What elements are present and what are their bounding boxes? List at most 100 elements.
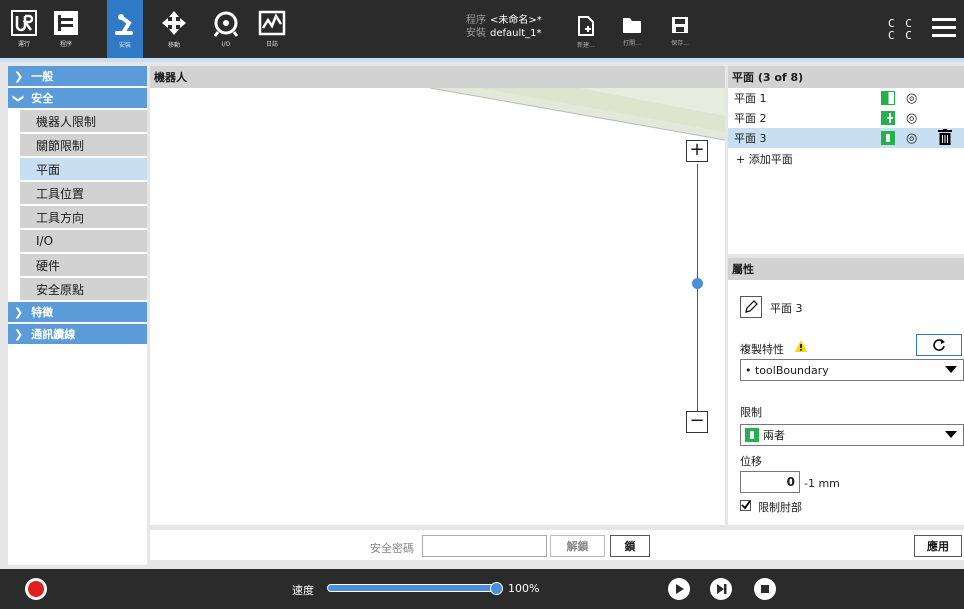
chevron-right-icon: ❯	[14, 305, 24, 319]
program-install-info: 程序 <未命名>* 安裝 default_1*	[466, 14, 542, 40]
apply-button[interactable]: 應用	[914, 535, 962, 557]
plane-name: 平面 3	[734, 132, 767, 145]
save-button[interactable]: 保存...	[660, 4, 700, 56]
chevron-right-icon: ❯	[14, 69, 24, 83]
checkmark-icon	[741, 500, 751, 510]
robot-view-title: 機器人	[150, 66, 725, 88]
sidebar-item-joint-limits[interactable]: 關節限制	[20, 134, 147, 156]
log-tab[interactable]: 日誌	[254, 0, 290, 58]
unlock-button[interactable]: 解鎖	[550, 535, 605, 557]
install-name: default_1*	[490, 28, 542, 39]
program-tab-label: 程序	[59, 41, 72, 48]
header-accent-line	[0, 58, 964, 62]
plane-trigger-mode-icon	[881, 111, 895, 125]
zoom-in-button[interactable]: +	[686, 140, 708, 162]
sidebar-item-planes[interactable]: 平面	[20, 158, 147, 180]
zoom-out-button[interactable]: −	[686, 411, 708, 433]
run-tab[interactable]: 運行	[6, 0, 42, 58]
new-file-icon	[578, 16, 594, 36]
speed-value: 100%	[508, 582, 540, 595]
warning-icon	[795, 340, 807, 352]
sidebar-category-general[interactable]: ❯ 一般	[8, 66, 147, 86]
footer-bar: 速度 100%	[0, 569, 964, 609]
io-connector-icon	[213, 11, 239, 37]
lock-button[interactable]: 鎖	[610, 535, 650, 557]
installation-tab[interactable]: 安裝	[107, 0, 143, 58]
sidebar-item-hardware[interactable]: 硬件	[20, 254, 147, 276]
io-tab[interactable]: I/O	[208, 0, 244, 58]
speed-slider-handle[interactable]	[490, 582, 503, 595]
sidebar-item-io[interactable]: I/O	[20, 230, 147, 252]
speed-slider-track[interactable]	[327, 584, 498, 592]
stop-button[interactable]	[754, 578, 776, 600]
open-button[interactable]: 打開...	[612, 4, 652, 56]
sidebar: ❯ 一般 ❯ 安全 機器人限制 關節限制 平面 工具位置 工具方向 I/O 硬件…	[8, 66, 147, 565]
step-button[interactable]	[710, 578, 732, 600]
program-tree-icon	[54, 11, 78, 35]
robot-view-panel: 機器人	[150, 66, 725, 525]
play-button[interactable]	[668, 578, 690, 600]
folder-icon	[623, 18, 641, 33]
restriction-label: 限制	[740, 406, 762, 419]
hamburger-menu-icon[interactable]	[932, 18, 956, 38]
rename-button[interactable]	[740, 296, 762, 318]
plane-visualization[interactable]	[150, 88, 725, 525]
trash-icon[interactable]	[938, 129, 952, 145]
properties-title: 屬性	[728, 258, 964, 280]
program-key: 程序	[466, 15, 486, 26]
plane-list-item[interactable]: 平面 1 ◎	[728, 88, 964, 108]
sidebar-category-features[interactable]: ❯ 特徵	[8, 302, 147, 322]
copy-feature-label: 複製特性	[740, 343, 784, 356]
chevron-right-icon: ❯	[14, 327, 24, 341]
plane-normal-mode-icon	[881, 91, 895, 105]
eye-icon[interactable]: ◎	[906, 131, 917, 146]
sidebar-category-safety[interactable]: ❯ 安全	[8, 88, 147, 108]
move-tab[interactable]: 移動	[156, 0, 192, 58]
program-tab[interactable]: 程序	[48, 0, 84, 58]
stop-icon	[761, 585, 769, 593]
restrict-elbow-checkbox[interactable]	[740, 500, 751, 511]
robot-arm-icon	[115, 14, 133, 35]
play-icon	[676, 584, 684, 594]
cc-indicator: C C C C	[888, 18, 914, 42]
sidebar-item-tool-position[interactable]: 工具位置	[20, 182, 147, 204]
installation-tab-label: 安裝	[118, 42, 131, 49]
plane-list-item[interactable]: 平面 2 ◎	[728, 108, 964, 128]
sidebar-category-label: 特徵	[31, 306, 54, 319]
refresh-button[interactable]	[916, 334, 962, 356]
zoom-slider-handle[interactable]	[692, 278, 703, 289]
new-button[interactable]: 新建...	[566, 4, 606, 56]
plane-both-mode-icon	[881, 131, 895, 145]
plane-list-item-selected[interactable]: 平面 3 ◎	[728, 128, 964, 148]
restriction-dropdown[interactable]: 兩者	[740, 424, 964, 446]
plane-name: 平面 2	[734, 112, 767, 125]
offset-input[interactable]: 0	[740, 471, 800, 493]
eye-icon[interactable]: ◎	[906, 111, 917, 126]
pencil-icon	[745, 300, 758, 313]
move-tab-label: 移動	[167, 42, 180, 49]
sidebar-item-robot-limits[interactable]: 機器人限制	[20, 110, 147, 132]
log-tab-label: 日誌	[265, 41, 278, 48]
dropdown-arrow-icon	[945, 366, 957, 373]
sidebar-item-tool-direction[interactable]: 工具方向	[20, 206, 147, 228]
move-arrows-icon	[162, 11, 186, 35]
planes-panel: 平面 (3 of 8) 平面 1 ◎ 平面 2 ◎ 平面 3 ◎ + 添加平面	[728, 66, 964, 254]
open-button-label: 打開...	[623, 40, 641, 47]
copy-feature-dropdown[interactable]: • toolBoundary	[740, 359, 964, 381]
planes-title: 平面 (3 of 8)	[728, 66, 964, 88]
ur-logo-icon	[11, 10, 37, 36]
eye-icon[interactable]: ◎	[906, 91, 917, 106]
run-tab-label: 運行	[17, 41, 30, 48]
refresh-icon	[933, 339, 945, 351]
add-plane-button[interactable]: + 添加平面	[728, 148, 964, 170]
restriction-value: 兩者	[763, 429, 785, 442]
plane-name: 平面 1	[734, 92, 767, 105]
speed-label: 速度	[292, 584, 314, 597]
power-status-button[interactable]	[25, 578, 47, 600]
sidebar-item-safety-home[interactable]: 安全原點	[20, 278, 147, 300]
offset-unit: -1 mm	[804, 477, 840, 490]
safety-password-input[interactable]	[422, 535, 547, 557]
sidebar-category-comms[interactable]: ❯ 通訊纜線	[8, 324, 147, 344]
restrict-elbow-label: 限制肘部	[758, 501, 802, 514]
program-name: <未命名>*	[490, 15, 542, 26]
